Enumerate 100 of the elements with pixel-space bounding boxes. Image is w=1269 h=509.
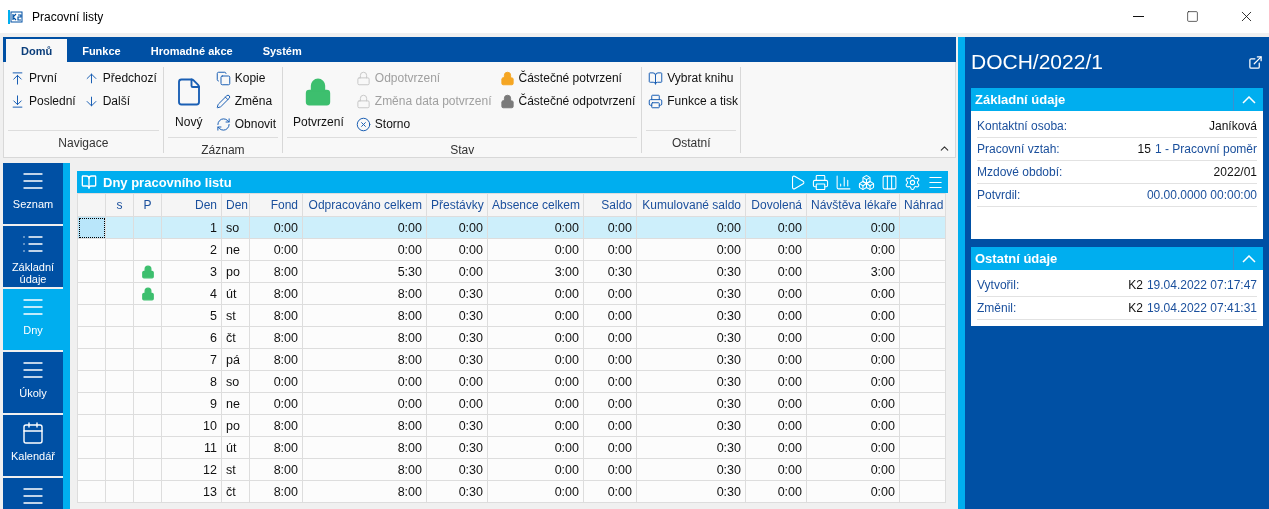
ribbon-tab[interactable]: Hromadné akce (135, 39, 248, 62)
nav-item[interactable]: Úkoly (3, 352, 63, 413)
pencil-icon (215, 93, 231, 109)
ribbon-tab[interactable]: Systém (247, 39, 317, 62)
table-cell: st (221, 458, 250, 481)
book-icon (81, 174, 97, 190)
row-selector[interactable] (77, 216, 106, 239)
field-link[interactable]: 19.04.2022 07:17:47 (1146, 278, 1257, 292)
field-label: Kontaktní osoba: (977, 119, 1069, 133)
field-link[interactable]: 1 - Pracovní poměr (1154, 142, 1257, 156)
refresh-icon (215, 116, 231, 132)
table-cell: 8:00 (302, 480, 427, 503)
table-cell: 0:30 (426, 458, 488, 481)
table-cell: 0:00 (583, 216, 637, 239)
splitter-bar[interactable] (958, 37, 965, 509)
pop-out-icon[interactable] (1248, 54, 1263, 70)
field-label: Změnil: (977, 301, 1018, 315)
ribbon-tab[interactable]: Domů (6, 39, 68, 62)
table-cell: 8:00 (302, 282, 427, 305)
column-header[interactable]: Absence celkem (487, 193, 584, 217)
table-cell: 11 (161, 436, 222, 459)
table-cell: 0:00 (583, 370, 637, 393)
table-cell: 0:00 (583, 414, 637, 437)
ribbon-button[interactable]: Vybrat knihu (648, 69, 738, 87)
ribbon-button[interactable]: Poslední (10, 92, 76, 110)
cubes-icon[interactable] (858, 173, 875, 191)
columns-icon[interactable] (881, 173, 898, 191)
table-cell: 1 (161, 216, 222, 239)
table-cell: 0:30 (636, 392, 746, 415)
table-cell: 0:30 (636, 436, 746, 459)
field-value: 15 (1137, 142, 1151, 156)
table-cell: 0:00 (487, 216, 584, 239)
nav-item[interactable]: Kalendář (3, 415, 63, 476)
table-cell: 0:30 (636, 326, 746, 349)
table-cell: 0:30 (636, 304, 746, 327)
nav-item[interactable]: Seznam (3, 163, 63, 224)
field-link[interactable]: 19.04.2022 07:41:31 (1146, 301, 1257, 315)
column-header[interactable]: Dovolená (745, 193, 807, 217)
group-label: Stav (287, 137, 638, 157)
ribbon-button[interactable]: Další (83, 92, 157, 110)
table-cell: 0:00 (249, 216, 303, 239)
ribbon-button[interactable]: Částečné odpotvrzení (499, 92, 636, 110)
table-cell: 0:00 (487, 304, 584, 327)
table-cell: 5 (161, 304, 222, 327)
ribbon-button[interactable]: Předchozí (83, 69, 157, 87)
chevron-up-icon (1241, 95, 1256, 104)
ribbon-button[interactable]: Nový (169, 69, 208, 137)
ribbon-button[interactable]: Storno (355, 115, 492, 133)
lock-icon (355, 70, 371, 86)
ribbon-button[interactable]: První (10, 69, 76, 87)
table-cell: pá (221, 348, 250, 371)
section-title: Ostatní údaje (975, 251, 1059, 266)
print-icon[interactable] (812, 173, 829, 191)
field-value: K2 (1128, 278, 1143, 292)
column-header[interactable]: Odpracováno celkem (302, 193, 427, 217)
field-link[interactable]: 00.00.0000 00:00:00 (1146, 188, 1257, 202)
table-cell: 0:00 (745, 216, 807, 239)
table-cell: 13 (161, 480, 222, 503)
column-header[interactable]: Fond (249, 193, 303, 217)
column-header[interactable]: Kumulované saldo (636, 193, 746, 217)
print-icon (648, 93, 664, 109)
settings-icon[interactable] (904, 173, 921, 191)
table-cell: 0:00 (302, 216, 427, 239)
table-cell: 0:00 (745, 458, 807, 481)
column-header[interactable]: P (133, 193, 162, 217)
ribbon-tab[interactable]: Funkce (67, 39, 136, 62)
table-cell: 0:30 (426, 414, 488, 437)
column-header[interactable]: Náhrad (899, 193, 946, 217)
field-label: Potvrdil: (977, 188, 1022, 202)
column-header[interactable]: Návštěva lékaře (806, 193, 900, 217)
table-cell: 3:00 (806, 260, 900, 283)
ribbon-button[interactable]: Obnovit (215, 115, 277, 133)
play-icon[interactable] (789, 173, 806, 191)
copy-icon (215, 70, 231, 86)
maximize-icon (1185, 10, 1199, 23)
ribbon-button[interactable]: Funkce a tisk (648, 92, 738, 110)
column-header[interactable]: Den (161, 193, 222, 217)
table-cell: 0:00 (806, 348, 900, 371)
table-cell: 8:00 (249, 304, 303, 327)
table-cell: 0:30 (426, 436, 488, 459)
table-cell: 0:00 (487, 480, 584, 503)
column-header[interactable]: s (105, 193, 134, 217)
arrow-down-icon (83, 93, 99, 109)
table-cell: 9 (161, 392, 222, 415)
table-cell: 0:00 (636, 238, 746, 261)
table-cell: 0:00 (487, 282, 584, 305)
arrow-bottom-icon (10, 93, 25, 109)
ribbon-button[interactable]: Částečné potvrzení (499, 69, 636, 87)
table-cell: 0:00 (745, 304, 807, 327)
chart-icon[interactable] (835, 173, 852, 191)
ribbon-button[interactable]: Změna (215, 92, 277, 110)
column-header[interactable]: Saldo (583, 193, 637, 217)
table-cell: 0:00 (745, 348, 807, 371)
lock-icon (499, 93, 515, 109)
nav-item[interactable]: Základní údaje (3, 226, 63, 287)
column-header[interactable]: Přestávky (426, 193, 488, 217)
table-cell: 0:00 (806, 238, 900, 261)
ribbon-button[interactable]: Kopie (215, 69, 277, 87)
column-header[interactable]: Den (221, 193, 250, 217)
ribbon-button[interactable]: Potvrzení (289, 69, 348, 137)
